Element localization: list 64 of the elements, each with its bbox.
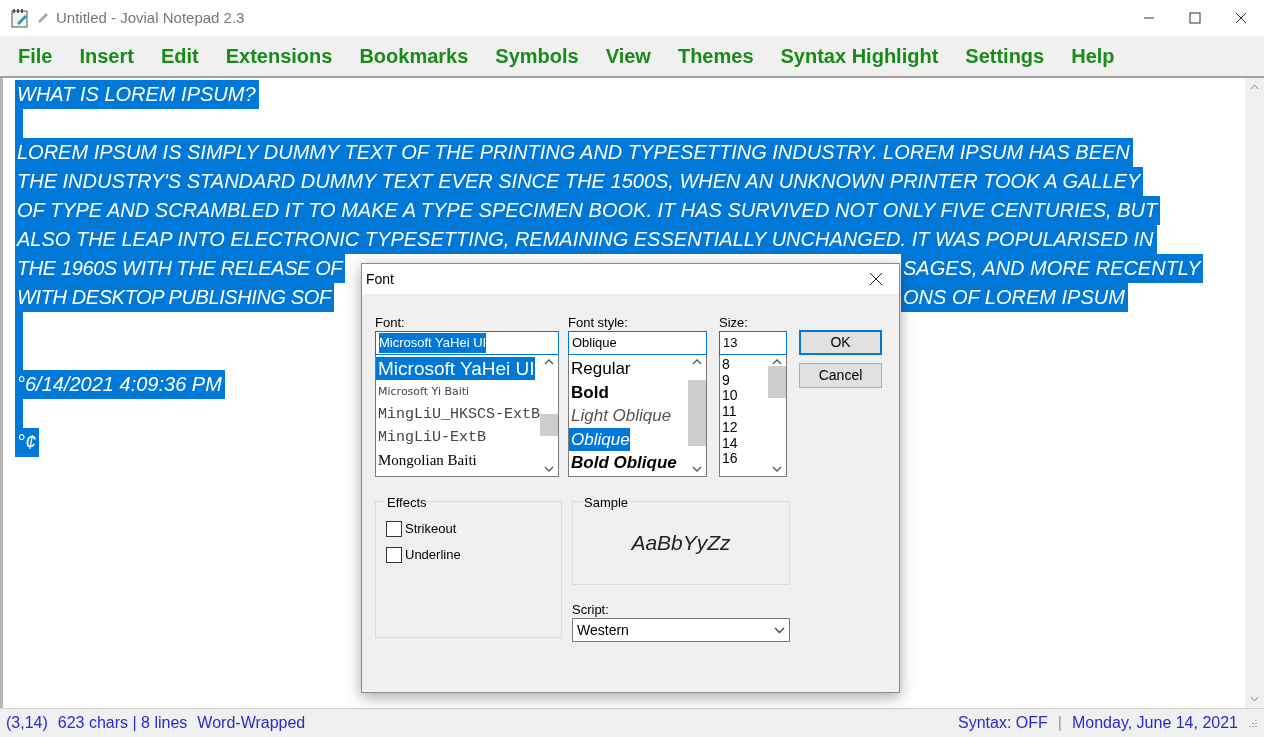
sample-text: AaBbYyZz	[631, 530, 731, 557]
style-list[interactable]: Regular Bold Light Oblique Oblique Bold Oblique	[568, 355, 707, 477]
size-list[interactable]: 8 9 10 11 12 14 16	[719, 355, 787, 477]
list-item[interactable]: Regular	[569, 357, 688, 381]
menu-item[interactable]: Help	[1061, 41, 1125, 71]
checkbox[interactable]	[386, 547, 402, 563]
list-item[interactable]: 12	[720, 419, 768, 436]
menu-item[interactable]: Bookmarks	[349, 41, 479, 71]
field-label: Font:	[375, 314, 406, 331]
list-item[interactable]: 16	[720, 451, 768, 467]
checkbox-label: Strikeout	[405, 520, 457, 539]
list-item[interactable]: Light Oblique	[569, 404, 688, 428]
scrollbar-thumb[interactable]	[540, 414, 558, 436]
pencil-icon	[36, 11, 50, 25]
scrollbar-thumb[interactable]	[768, 366, 786, 398]
close-icon	[1235, 12, 1247, 24]
list-item[interactable]: Microsoft YaHei UI	[376, 357, 535, 380]
list-item[interactable]: 11	[720, 404, 768, 420]
status-text: Syntax: OFF	[958, 713, 1048, 733]
list-item[interactable]: Microsoft Yi Baiti	[376, 380, 540, 403]
window-title: Untitled - Jovial Notepad 2.3	[56, 7, 245, 28]
field-label: Size:	[719, 314, 749, 331]
list-item[interactable]: MingLiU_HKSCS-ExtB	[376, 403, 540, 426]
script-dropdown[interactable]: Western	[572, 618, 790, 642]
font-list[interactable]: Microsoft YaHei UI Microsoft Yi Baiti MingLiU_HKSCS-ExtB MingLiU-ExtB Mongolian Baiti	[375, 355, 559, 477]
menu-item[interactable]: Syntax Highlight	[770, 41, 949, 71]
checkbox-label: Underline	[405, 546, 461, 565]
menu-item[interactable]: File	[8, 41, 63, 71]
resize-grip-icon[interactable]	[1248, 718, 1258, 728]
cancel-button[interactable]: Cancel	[799, 363, 882, 388]
status-text: Monday, June 14, 2021	[1071, 713, 1238, 733]
menu-item[interactable]: Insert	[69, 41, 144, 71]
size-field[interactable]: 13	[719, 331, 787, 355]
menu-item[interactable]: Extensions	[215, 41, 343, 71]
menu-item[interactable]: Symbols	[485, 41, 589, 71]
menu-item[interactable]: Settings	[955, 41, 1055, 71]
ok-button[interactable]: OK	[799, 330, 882, 355]
chevron-down-icon[interactable]	[774, 626, 785, 634]
list-item[interactable]: 9	[720, 372, 768, 389]
list-item[interactable]: 8	[720, 357, 768, 373]
checkbox[interactable]	[386, 521, 402, 537]
maximize-icon	[1189, 12, 1201, 24]
scrollbar-thumb[interactable]	[688, 380, 706, 446]
separator: |	[1057, 713, 1062, 733]
list-item[interactable]: Oblique	[569, 427, 630, 451]
menu-item[interactable]: Edit	[150, 41, 209, 71]
list-item[interactable]: Mongolian Baiti	[376, 449, 540, 472]
font-field[interactable]: Microsoft YaHei UI	[375, 331, 559, 355]
menu-item[interactable]: View	[595, 41, 661, 71]
style-field[interactable]: Oblique	[568, 331, 707, 355]
status-text: Word-Wrapped	[197, 713, 306, 733]
status-text: (3,14)	[6, 713, 48, 733]
field-label: Font style:	[568, 314, 629, 331]
field-label: Script:	[572, 601, 610, 618]
list-item[interactable]: Bold	[569, 380, 688, 404]
notepad-icon	[10, 8, 30, 28]
list-item[interactable]: MingLiU-ExtB	[376, 426, 540, 449]
menu-item[interactable]: Themes	[667, 41, 764, 71]
dialog-title: Font	[366, 269, 394, 289]
status-text: 623 chars | 8 lines	[57, 713, 188, 733]
list-item[interactable]: 14	[720, 435, 768, 452]
list-item[interactable]: 10	[720, 388, 768, 405]
close-icon	[869, 272, 883, 286]
list-item[interactable]: Bold Oblique	[569, 451, 688, 475]
